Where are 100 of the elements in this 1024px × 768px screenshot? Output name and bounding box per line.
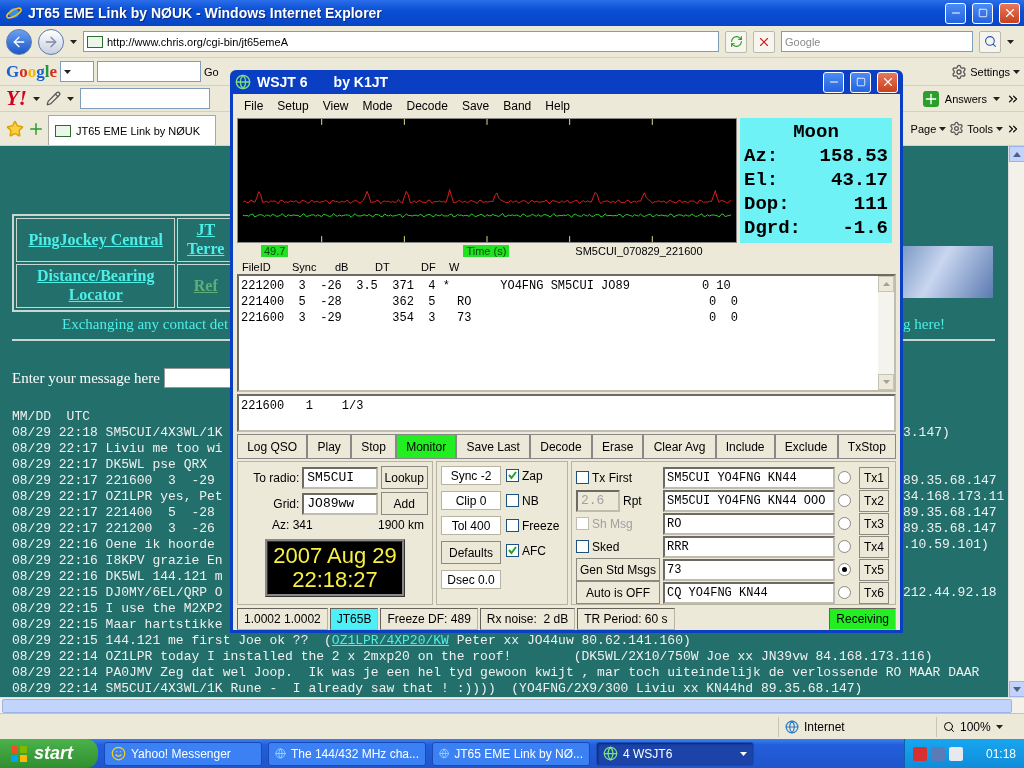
checkbox[interactable] <box>576 540 589 553</box>
menu-item[interactable]: Band <box>496 99 539 113</box>
maximize-icon <box>977 8 988 18</box>
tx-button[interactable]: Tx4 <box>859 535 889 558</box>
refresh-button[interactable] <box>725 30 747 53</box>
tx-button[interactable]: Tx2 <box>859 489 889 512</box>
browser-tab[interactable]: JT65 EME Link by NØUK <box>48 115 216 145</box>
menu-item[interactable]: Help <box>538 99 577 113</box>
taskbar-item[interactable]: Yahoo! Messenger <box>104 741 262 766</box>
close-button[interactable] <box>999 2 1020 24</box>
horizontal-scrollbar[interactable] <box>0 697 1024 713</box>
parameter-field[interactable]: Clip 0 <box>441 491 501 510</box>
page-link[interactable]: JT <box>196 221 216 238</box>
command-button[interactable]: Monitor <box>396 434 457 459</box>
toolbar-search-field[interactable] <box>97 61 201 82</box>
command-button[interactable]: Erase <box>591 434 644 459</box>
checkbox[interactable] <box>506 494 519 507</box>
page-link[interactable]: Distance/Bearing <box>37 267 155 284</box>
radio-button[interactable] <box>838 517 851 530</box>
tx-button[interactable]: Tx3 <box>859 512 889 535</box>
go-button[interactable]: Go <box>204 65 219 78</box>
back-button[interactable] <box>6 28 32 55</box>
menu-item[interactable]: Mode <box>355 99 400 113</box>
forward-button[interactable] <box>38 28 64 55</box>
tray-icon[interactable] <box>949 746 963 761</box>
page-link[interactable]: Terre <box>187 240 225 257</box>
taskbar-item[interactable]: 4 WSJT6 <box>596 741 754 766</box>
add-button[interactable]: Add <box>380 492 428 515</box>
tx-button[interactable]: Tx5 <box>859 558 889 581</box>
scroll-up-button[interactable] <box>1009 146 1024 162</box>
scroll-down-button[interactable] <box>1009 681 1024 697</box>
callsign-field[interactable]: SM5CUI <box>302 466 378 489</box>
stop-button[interactable] <box>753 30 775 53</box>
parameter-field[interactable]: Sync -2 <box>441 466 501 485</box>
restore-button[interactable] <box>972 2 993 24</box>
minimize-button[interactable] <box>945 2 966 24</box>
decode-text-area[interactable]: 221200 3 -26 3.5 371 4 * YO4FNG SM5CUI JO89 0 10 221400 5 -28 362 5 RO 0 0 221600 3 -29 354 3 73 0 0 <box>237 274 896 392</box>
grid-field[interactable]: JO89ww <box>302 492 378 515</box>
column-header: DT <box>375 260 391 273</box>
radio-button[interactable] <box>838 563 851 576</box>
average-text-area[interactable]: 221600 1 1/3 <box>237 394 896 432</box>
tx-button[interactable]: Tx1 <box>859 466 889 489</box>
command-button[interactable]: Stop <box>351 434 397 459</box>
command-button[interactable]: Include <box>715 434 775 459</box>
menu-item[interactable]: View <box>315 99 356 113</box>
lookup-button[interactable]: Lookup <box>380 466 428 489</box>
tools-menu[interactable]: Tools <box>967 122 993 135</box>
command-button[interactable]: Decode <box>530 434 592 459</box>
defaults-button[interactable]: Defaults <box>441 541 501 564</box>
callsign-link[interactable]: OZ1LPR/4XP20/KW <box>331 633 449 648</box>
parameter-field[interactable]: Tol 400 <box>441 516 501 535</box>
checkbox[interactable] <box>506 469 519 482</box>
maximize-icon <box>855 77 866 87</box>
checkbox[interactable] <box>576 471 589 484</box>
checkbox[interactable] <box>506 544 519 557</box>
parameter-field[interactable]: Dsec 0.0 <box>441 570 501 589</box>
checkbox[interactable] <box>506 519 519 532</box>
page-link[interactable]: Locator <box>68 286 123 303</box>
dropdown-field[interactable] <box>60 61 94 82</box>
menu-item[interactable]: File <box>237 99 271 113</box>
search-field[interactable]: Google <box>781 31 973 52</box>
message-button[interactable]: Gen Std Msgs <box>576 558 660 581</box>
radio-button[interactable] <box>838 494 851 507</box>
maximize-button[interactable] <box>850 71 871 93</box>
settings-menu[interactable]: Settings <box>970 65 1010 78</box>
radio-button[interactable] <box>838 586 851 599</box>
answers-menu[interactable]: Answers <box>944 92 987 105</box>
tx-button[interactable]: Tx6 <box>859 581 889 604</box>
address-field[interactable]: http://www.chris.org/cgi-bin/jt65emeA <box>83 31 719 52</box>
toolbar-search-field[interactable] <box>80 88 210 109</box>
command-button[interactable]: Exclude <box>774 434 838 459</box>
taskbar-item[interactable]: JT65 EME Link by NØ... <box>432 741 590 766</box>
chat-line: 08/29 22:15 144.121 me first Joe ok ?? (OZ1LPR/4XP20/KW Peter xx JO44uw 80.62.141.160) <box>12 633 691 648</box>
tx-message-field[interactable]: SM5CUI YO4FNG KN44 OOO <box>663 489 835 512</box>
command-button[interactable]: Save Last <box>456 434 531 459</box>
radio-button[interactable] <box>838 471 851 484</box>
caret-icon <box>67 96 74 101</box>
vertical-scrollbar[interactable] <box>1008 146 1024 697</box>
taskbar-item[interactable]: The 144/432 MHz cha... <box>268 741 426 766</box>
star-icon[interactable] <box>6 119 24 138</box>
command-button[interactable]: Play <box>307 434 352 459</box>
tx-message-field[interactable]: RRR <box>663 535 835 558</box>
page-menu[interactable]: Page <box>910 122 937 135</box>
tx-message-field[interactable]: CQ YO4FNG KN44 <box>663 581 835 604</box>
minimize-button[interactable] <box>823 71 844 93</box>
close-button[interactable] <box>877 71 898 93</box>
radio-button[interactable] <box>838 540 851 553</box>
tx-message-field[interactable]: 73 <box>663 558 835 581</box>
zoom-control[interactable]: 100% <box>936 716 1016 737</box>
tx-message-field[interactable]: RO <box>663 512 835 535</box>
command-button[interactable]: TxStop <box>837 434 897 459</box>
search-button[interactable] <box>979 30 1001 53</box>
message-button[interactable]: Auto is OFF <box>576 581 660 604</box>
distance-text: 1900 km <box>377 518 424 532</box>
command-button[interactable]: Clear Avg <box>643 434 716 459</box>
tx-message-field[interactable]: SM5CUI YO4FNG KN44 <box>663 466 835 489</box>
menu-item[interactable]: Setup <box>270 99 316 113</box>
menu-item[interactable]: Save <box>454 99 497 113</box>
menu-item[interactable]: Decode <box>399 99 455 113</box>
command-button[interactable]: Log QSO <box>237 434 308 459</box>
